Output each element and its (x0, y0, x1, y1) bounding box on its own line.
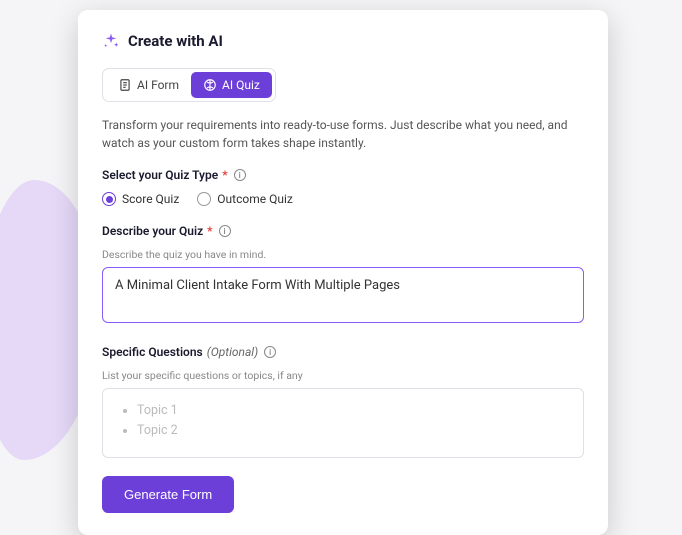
form-icon (118, 78, 132, 92)
radio-label: Outcome Quiz (217, 192, 293, 206)
generate-form-button[interactable]: Generate Form (102, 476, 234, 513)
radio-outcome-quiz[interactable]: Outcome Quiz (197, 192, 293, 206)
radio-score-quiz[interactable]: Score Quiz (102, 192, 179, 206)
tab-label: AI Quiz (222, 78, 260, 92)
tab-ai-quiz[interactable]: AI Quiz (191, 72, 272, 98)
description-text: Transform your requirements into ready-t… (102, 116, 584, 152)
placeholder-topic: Topic 1 (137, 401, 569, 421)
quiz-type-radios: Score Quiz Outcome Quiz (102, 192, 584, 206)
describe-helper: Describe the quiz you have in mind. (102, 248, 584, 261)
page-title: Create with AI (128, 32, 223, 50)
specific-label: Specific Questions (Optional) i (102, 345, 584, 359)
tab-group: AI Form AI Quiz (102, 68, 276, 102)
radio-label: Score Quiz (122, 192, 179, 206)
tab-ai-form[interactable]: AI Form (106, 72, 191, 98)
describe-label: Describe your Quiz* i (102, 224, 584, 238)
create-with-ai-card: Create with AI AI Form AI Quiz Transform… (78, 10, 608, 535)
describe-textarea[interactable] (102, 267, 584, 323)
radio-circle-icon (102, 192, 116, 206)
sparkle-icon (102, 32, 120, 50)
tab-label: AI Form (137, 78, 179, 92)
placeholder-topic: Topic 2 (137, 421, 569, 441)
specific-textarea[interactable]: Topic 1 Topic 2 (102, 388, 584, 458)
specific-helper: List your specific questions or topics, … (102, 369, 584, 382)
info-icon[interactable]: i (234, 169, 246, 181)
radio-circle-icon (197, 192, 211, 206)
placeholder-list: Topic 1 Topic 2 (117, 401, 569, 441)
info-icon[interactable]: i (264, 346, 276, 358)
brain-icon (203, 78, 217, 92)
card-header: Create with AI (102, 32, 584, 50)
info-icon[interactable]: i (219, 225, 231, 237)
quiz-type-label: Select your Quiz Type* i (102, 168, 584, 182)
